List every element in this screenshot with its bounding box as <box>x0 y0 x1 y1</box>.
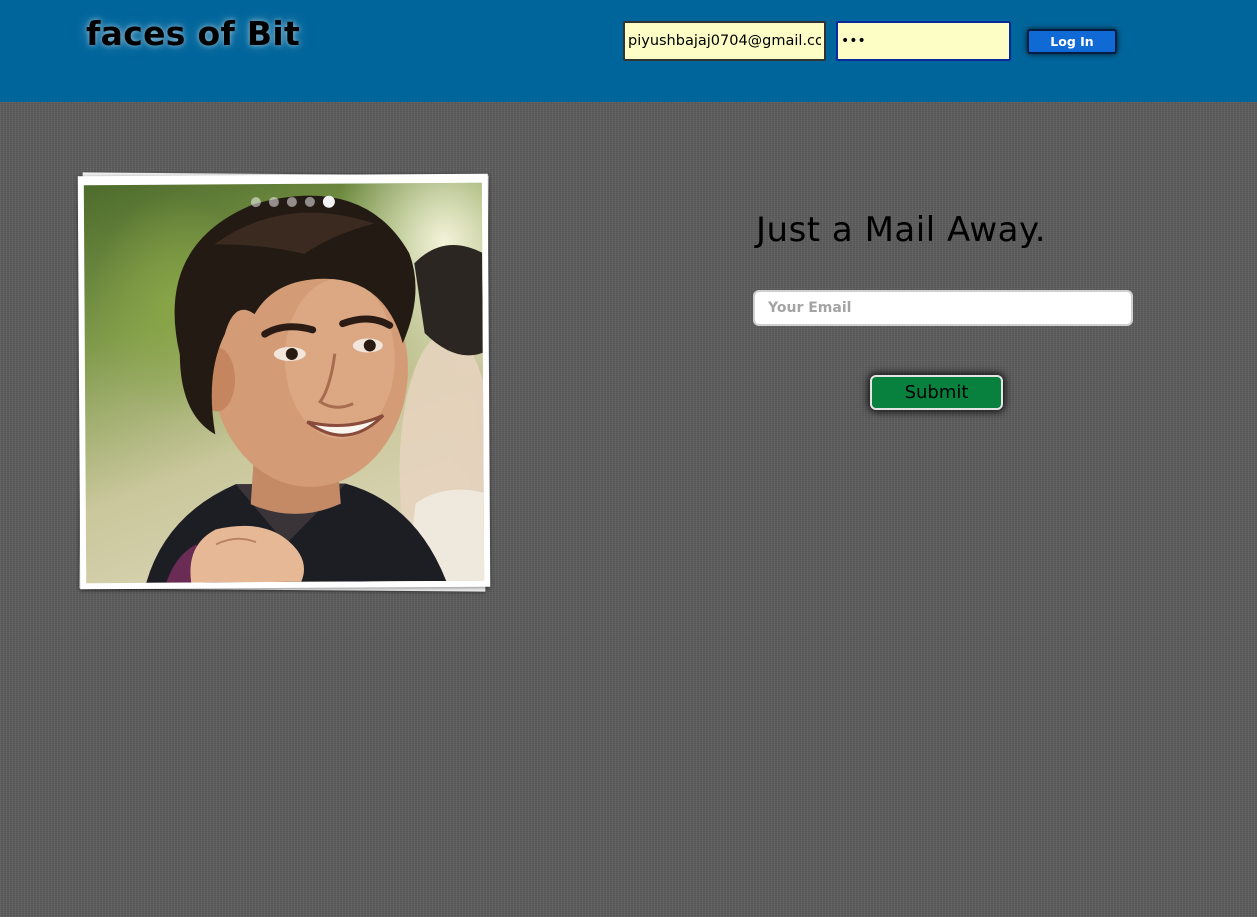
carousel-dot-active[interactable] <box>322 195 335 208</box>
login-password-input[interactable] <box>836 21 1011 61</box>
subscribe-email-input[interactable] <box>753 290 1133 326</box>
portrait-illustration <box>146 195 485 584</box>
subscribe-heading: Just a Mail Away. <box>756 210 1047 250</box>
carousel-dot[interactable] <box>268 197 279 208</box>
site-logo[interactable]: faces of Bit <box>86 14 300 53</box>
login-email-input[interactable] <box>623 21 826 61</box>
top-header: faces of Bit Log In <box>0 0 1257 102</box>
login-button[interactable]: Log In <box>1027 29 1117 54</box>
portrait-photo <box>83 182 485 584</box>
carousel-dot[interactable] <box>250 197 261 208</box>
carousel-dot[interactable] <box>304 196 315 207</box>
carousel-dots <box>250 195 335 209</box>
carousel-dot[interactable] <box>286 196 297 207</box>
photo-frame <box>77 173 491 590</box>
photo-carousel <box>77 172 491 592</box>
submit-button[interactable]: Submit <box>870 375 1003 410</box>
